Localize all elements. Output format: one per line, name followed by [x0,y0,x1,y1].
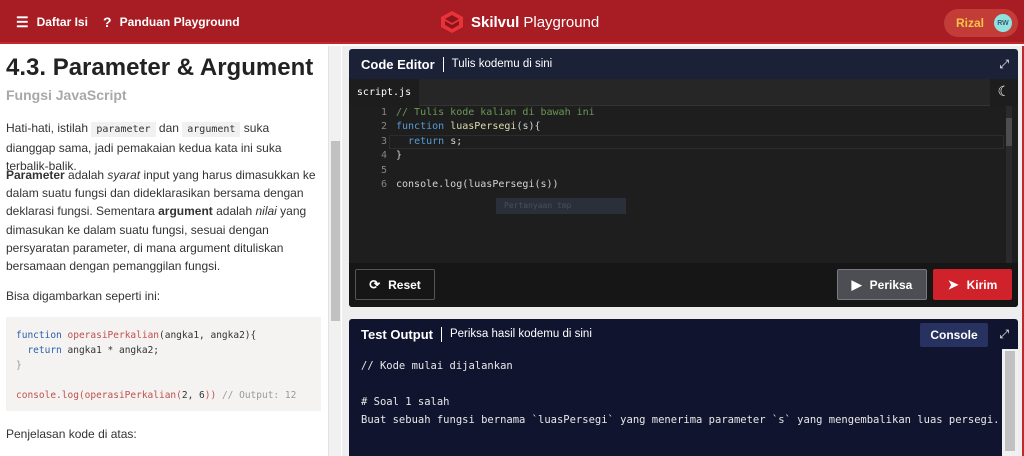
code-text: s; [444,135,463,147]
code-keyword: return [408,135,445,147]
test-output-panel: Test Output Periksa hasil kodemu di sini… [349,319,1018,456]
top-bar: ☰ Daftar Isi ? Panduan Playground Skilvu… [0,0,1024,44]
page-title: 4.3. Parameter & Argument [6,54,314,81]
code-keyword: return [27,345,62,356]
code-line: console.log(luasPersegi(s)) [396,178,559,190]
reset-icon: ⟳ [369,276,381,292]
line-number: 1 [380,107,387,118]
code-line: return s; [396,135,595,149]
editor-header: Code Editor Tulis kodemu di sini ⤢ [349,49,1018,79]
moon-icon[interactable]: ☾ [997,83,1010,100]
scrollbar-thumb[interactable] [1005,351,1015,451]
avatar: RW [994,14,1012,32]
code-text: 2, 6 [181,390,205,401]
line-number: 5 [380,164,387,176]
play-icon: ▶ [851,276,862,292]
tab-bar-fill [419,79,990,106]
output-subtitle: Periksa hasil kodemu di sini [449,328,592,340]
output-header: Test Output Periksa hasil kodemu di sini… [349,319,1018,349]
lesson-paragraph-2: Parameter adalah syarat input yang harus… [6,166,320,275]
editor-actions: ⟳ Reset ▶ Periksa ➤ Kirim [349,263,1018,307]
output-title: Test Output [361,326,442,342]
lesson-paragraph-3: Bisa digambarkan seperti ini: [6,289,161,303]
check-button[interactable]: ▶ Periksa [837,269,927,300]
editor-subtitle: Tulis kodemu di sini [451,58,553,70]
code-line: // Tulis kode kalian di bawah ini [396,107,595,118]
lesson-paragraph-4: Penjelasan kode di atas: [6,427,137,441]
scrollbar-thumb[interactable] [331,141,340,321]
inline-code: argument [182,122,241,137]
table-of-contents-button[interactable]: ☰ Daftar Isi [16,0,88,44]
code-comment: // Output: 12 [221,390,297,401]
brand-logo: Skilvul Playground [440,8,599,36]
reset-label: Reset [388,277,421,292]
line-number: 6 [380,178,387,190]
send-icon: ➤ [947,276,959,292]
code-text: } [16,360,22,371]
line-numbers: 1 2 3 4 5 6 [349,106,387,263]
skilvul-logo-icon [441,11,463,33]
text: adalah [212,204,256,219]
expand-icon[interactable]: ⤢ [999,327,1009,342]
editor-scrollbar[interactable] [1006,106,1012,263]
bold-term: Parameter [6,168,65,182]
code-lines: // Tulis kode kalian di bawah ini functi… [396,106,595,192]
submit-button[interactable]: ➤ Kirim [933,269,1012,300]
editor-title: Code Editor [361,56,444,72]
check-label: Periksa [869,277,913,292]
code-editor-panel: Code Editor Tulis kodemu di sini ⤢ scrip… [349,49,1018,307]
console-button[interactable]: Console [920,323,988,347]
code-text: (s){ [516,121,541,133]
playground-guide-button[interactable]: ? Panduan Playground [103,0,240,44]
brand-name-bold: Skilvul [471,13,520,31]
autocomplete-hint: Pertanyaan tmp [496,198,626,214]
code-keyword: function [396,121,445,133]
output-scrollbar[interactable] [1002,349,1018,456]
expand-icon[interactable]: ⤢ [999,57,1009,72]
example-code-block: function operasiPerkalian(angka1, angka2… [6,317,321,411]
inline-code: parameter [91,122,156,137]
code-line: } [396,150,403,162]
code-function: )) [204,390,222,401]
playground-guide-label: Panduan Playground [119,15,240,29]
code-input[interactable]: 1 2 3 4 5 6 // Tulis kode kalian di bawa… [349,106,1018,263]
reset-button[interactable]: ⟳ Reset [355,269,435,300]
help-icon: ? [103,14,112,30]
line-number: 3 [380,135,387,147]
user-name: Rizal [956,16,985,30]
scrollbar-thumb[interactable] [1006,118,1012,146]
editor-tab-bar: script.js ☾ [349,79,1018,106]
text: adalah [64,168,108,182]
bold-term: argument [158,204,213,219]
code-function: operasiPerkalian [67,330,160,341]
text: dan [155,121,183,135]
code-text: (angka1, angka2){ [159,330,257,341]
code-function: luasPersegi [450,121,517,133]
code-text: angka1 * angka2; [61,345,160,356]
brand-name-rest: Playground [523,13,600,31]
lesson-pane: 4.3. Parameter & Argument Fungsi JavaScr… [0,46,328,456]
page-subtitle: Fungsi JavaScript [6,87,127,103]
code-keyword: function [16,330,62,341]
menu-icon: ☰ [16,13,29,30]
table-of-contents-label: Daftar Isi [36,15,88,29]
output-log: // Kode mulai dijalankan # Soal 1 salah … [361,360,1000,426]
italic-term: syarat [107,168,141,182]
submit-label: Kirim [966,277,998,292]
code-line: function luasPersegi(s){ [396,120,595,134]
code-function: console.log(operasiPerkalian( [16,390,182,401]
lesson-scrollbar[interactable] [328,46,341,456]
line-number: 2 [380,121,387,133]
user-menu[interactable]: Rizal RW [944,9,1018,37]
text: Hati-hati, istilah [6,121,92,135]
line-number: 4 [380,150,387,162]
tab-script-js[interactable]: script.js [349,79,419,106]
italic-term: nilai [255,204,277,219]
